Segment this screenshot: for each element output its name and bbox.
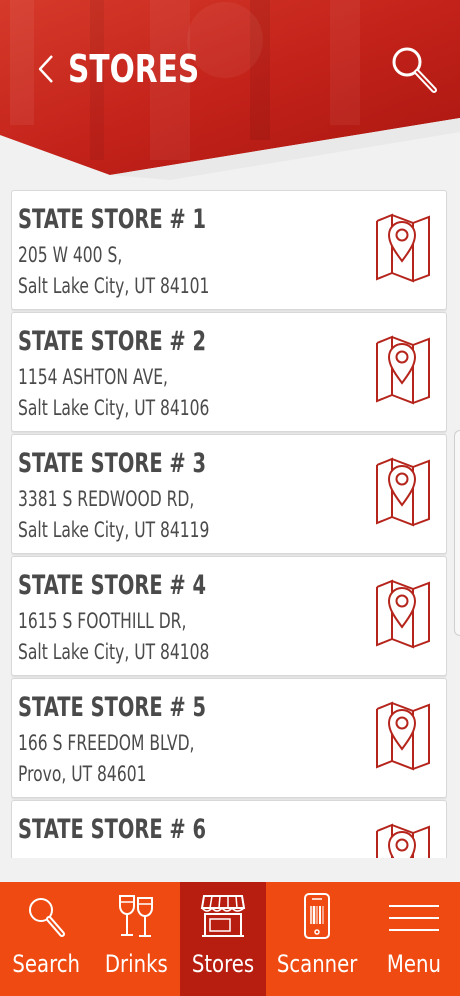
store-name: STATE STORE # 3 <box>18 448 206 479</box>
store-card[interactable]: STATE STORE # 3 3381 S REDWOOD RD, Salt … <box>11 434 447 554</box>
store-city: Salt Lake City, UT 84108 <box>18 640 210 664</box>
store-address: 205 W 400 S, <box>18 243 123 267</box>
bottom-nav: Search Drinks Stores Scanner Menu <box>0 882 460 996</box>
search-icon <box>29 898 65 937</box>
map-pin-icon <box>376 823 430 858</box>
store-map-button[interactable] <box>372 823 434 858</box>
nav-item-scanner[interactable]: Scanner <box>266 882 368 996</box>
nav-label: Scanner <box>276 950 358 978</box>
map-pin-icon <box>376 457 430 527</box>
scroll-indicator[interactable] <box>454 430 460 636</box>
store-name: STATE STORE # 4 <box>18 570 206 601</box>
store-address: 3381 S REDWOOD RD, <box>18 487 195 511</box>
store-map-button[interactable] <box>372 335 434 409</box>
nav-item-stores[interactable]: Stores <box>180 882 266 996</box>
store-city: Provo, UT 84601 <box>18 762 147 786</box>
search-icon <box>392 47 437 93</box>
store-map-button[interactable] <box>372 213 434 287</box>
store-name: STATE STORE # 6 <box>18 814 206 845</box>
back-button[interactable] <box>34 52 60 86</box>
header-bar: STORES <box>0 38 460 102</box>
nav-label: Stores <box>191 950 255 978</box>
nav-item-search[interactable]: Search <box>0 882 92 996</box>
map-pin-icon <box>376 579 430 649</box>
store-card[interactable]: STATE STORE # 2 1154 ASHTON AVE, Salt La… <box>11 312 447 432</box>
phone-barcode-icon <box>304 893 330 939</box>
wine-glasses-icon <box>119 895 153 937</box>
page-title: STORES <box>68 47 200 91</box>
nav-item-drinks[interactable]: Drinks <box>92 882 180 996</box>
store-list[interactable]: STATE STORE # 1 205 W 400 S, Salt Lake C… <box>11 190 447 858</box>
store-map-button[interactable] <box>372 701 434 775</box>
store-city: Salt Lake City, UT 84106 <box>18 396 210 420</box>
store-card[interactable]: STATE STORE # 4 1615 S FOOTHILL DR, Salt… <box>11 556 447 676</box>
chevron-left-icon <box>38 55 53 83</box>
store-address: 1154 ASHTON AVE, <box>18 365 168 389</box>
store-card[interactable]: STATE STORE # 1 205 W 400 S, Salt Lake C… <box>11 190 447 310</box>
store-card[interactable]: STATE STORE # 6 <box>11 800 447 858</box>
nav-label: Menu <box>386 950 442 978</box>
store-name: STATE STORE # 1 <box>18 204 206 235</box>
store-map-button[interactable] <box>372 457 434 531</box>
store-name: STATE STORE # 2 <box>18 326 206 357</box>
store-city: Salt Lake City, UT 84101 <box>18 274 210 298</box>
store-name: STATE STORE # 5 <box>18 692 206 723</box>
store-card[interactable]: STATE STORE # 5 166 S FREEDOM BLVD, Prov… <box>11 678 447 798</box>
nav-item-menu[interactable]: Menu <box>368 882 460 996</box>
nav-label: Search <box>12 950 80 978</box>
map-pin-icon <box>376 213 430 283</box>
nav-label: Drinks <box>104 950 168 978</box>
store-city: Salt Lake City, UT 84119 <box>18 518 210 542</box>
map-pin-icon <box>376 335 430 405</box>
storefront-icon <box>200 895 246 937</box>
map-pin-icon <box>376 701 430 771</box>
app-header: STORES <box>0 0 460 180</box>
store-map-button[interactable] <box>372 579 434 653</box>
store-address: 1615 S FOOTHILL DR, <box>18 609 187 633</box>
header-search-button[interactable] <box>386 40 442 100</box>
hamburger-menu-icon <box>389 905 439 931</box>
store-address: 166 S FREEDOM BLVD, <box>18 731 195 755</box>
